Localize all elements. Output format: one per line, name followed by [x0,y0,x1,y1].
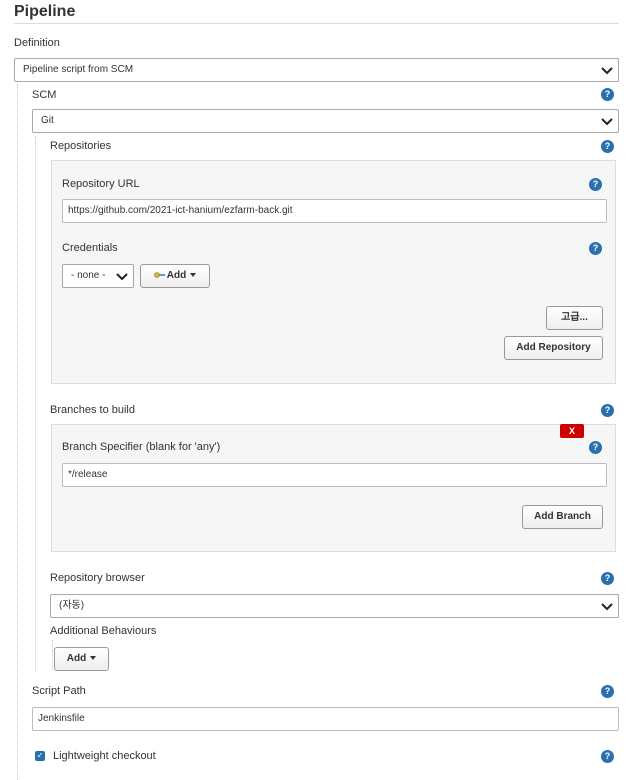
help-icon[interactable]: ? [589,178,602,191]
page-title: Pipeline [14,3,76,20]
script-path-input[interactable]: Jenkinsfile [32,707,619,731]
definition-guide-line [17,84,18,780]
additional-behaviours-label: Additional Behaviours [50,625,157,637]
add-repository-button[interactable]: Add Repository [504,336,603,360]
repository-browser-value: (자동) [59,600,85,611]
add-branch-button[interactable]: Add Branch [522,505,603,529]
lightweight-checkout-checkbox[interactable]: ✓ [35,751,45,761]
repository-url-input[interactable]: https://github.com/2021-ict-hanium/ezfar… [62,199,607,223]
add-behaviour-label: Add [66,653,87,664]
branch-specifier-label: Branch Specifier (blank for 'any') [62,441,221,453]
credentials-label: Credentials [62,242,118,254]
chevron-down-icon [601,67,613,75]
chevron-down-icon [601,603,613,611]
add-credentials-label: Add [166,270,187,281]
help-icon[interactable]: ? [601,140,614,153]
branches-label: Branches to build [50,404,135,416]
scm-select[interactable]: Git [32,109,619,133]
delete-branch-button[interactable]: X [560,424,584,438]
behaviours-guide-line [52,640,53,670]
scm-label: SCM [32,89,57,101]
help-icon[interactable]: ? [589,441,602,454]
chevron-down-icon [601,118,613,126]
repositories-label: Repositories [50,140,112,152]
definition-select-value: Pipeline script from SCM [23,64,134,75]
help-icon[interactable]: ? [589,242,602,255]
help-icon[interactable]: ? [601,572,614,585]
caret-down-icon [90,656,97,661]
key-icon [153,272,165,279]
help-icon[interactable]: ? [601,88,614,101]
script-path-label: Script Path [32,685,86,697]
credentials-select-value: - none - [71,270,106,281]
chevron-down-icon [116,273,128,281]
scm-select-value: Git [41,115,54,126]
credentials-select[interactable]: - none - [62,264,134,288]
caret-down-icon [190,273,197,278]
lightweight-checkout-label: Lightweight checkout [53,750,156,762]
definition-label: Definition [14,37,60,49]
repository-browser-select[interactable]: (자동) [50,594,619,618]
add-behaviour-button[interactable]: Add [54,647,109,671]
title-divider [14,23,619,24]
help-icon[interactable]: ? [601,685,614,698]
definition-select[interactable]: Pipeline script from SCM [14,58,619,82]
branch-specifier-input[interactable]: */release [62,463,607,487]
repository-browser-label: Repository browser [50,572,145,584]
help-icon[interactable]: ? [601,750,614,763]
help-icon[interactable]: ? [601,404,614,417]
scm-guide-line [35,136,36,672]
repository-url-label: Repository URL [62,178,140,190]
add-credentials-button[interactable]: Add [140,264,210,288]
advanced-button[interactable]: 고급... [546,306,603,330]
